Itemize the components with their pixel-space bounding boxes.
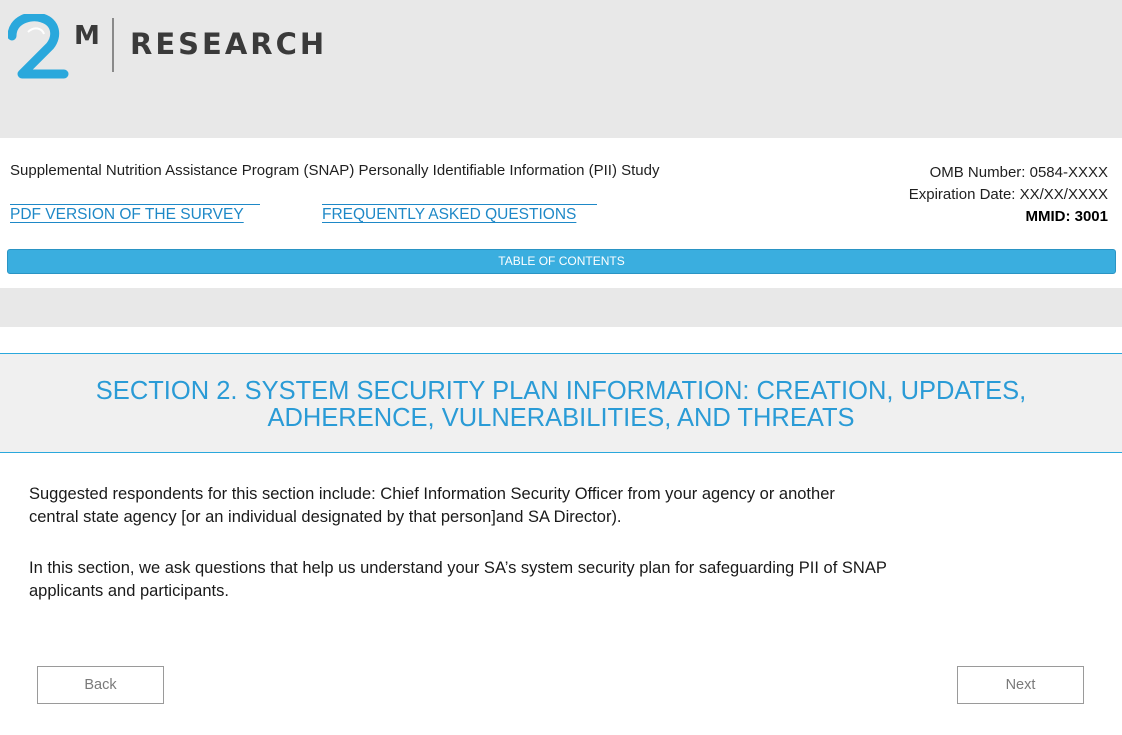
omb-info: OMB Number: 0584-XXXX Expiration Date: X…	[909, 162, 1108, 228]
section-intro-paragraph-line-2: applicants and participants.	[29, 582, 229, 600]
omb-number: OMB Number: 0584-XXXX	[929, 164, 1108, 181]
respondents-paragraph-line-1: Suggested respondents for this section i…	[29, 485, 835, 503]
logo-text: RESEARCH	[130, 27, 328, 61]
logo-mark-icon: M	[8, 14, 100, 79]
section-intro-paragraph: In this section, we ask questions that h…	[29, 557, 1099, 603]
logo-superscript: M	[74, 21, 100, 51]
pdf-link-rule	[10, 204, 260, 205]
brand-logo: M	[8, 14, 108, 84]
next-button[interactable]: Next	[957, 666, 1084, 704]
study-title: Supplemental Nutrition Assistance Progra…	[10, 162, 660, 179]
section-intro-paragraph-line-1: In this section, we ask questions that h…	[29, 559, 887, 577]
logo-bar: M RESEARCH	[0, 0, 1122, 132]
faq-link-rule	[322, 204, 597, 205]
content-panel: SECTION 2. SYSTEM SECURITY PLAN INFORMAT…	[0, 327, 1122, 735]
section-title-line-2: ADHERENCE, VULNERABILITIES, AND THREATS	[267, 404, 855, 432]
section-title: SECTION 2. SYSTEM SECURITY PLAN INFORMAT…	[0, 378, 1122, 432]
back-button[interactable]: Back	[37, 666, 164, 704]
respondents-paragraph-line-2: central state agency [or an individual d…	[29, 508, 622, 526]
section-title-line-1: SECTION 2. SYSTEM SECURITY PLAN INFORMAT…	[95, 377, 1027, 405]
mmid: MMID: 3001	[1025, 208, 1108, 225]
faq-link[interactable]: FREQUENTLY ASKED QUESTIONS	[322, 206, 576, 224]
expiration-date: Expiration Date: XX/XX/XXXX	[908, 186, 1108, 203]
logo-divider	[112, 18, 114, 72]
respondents-paragraph: Suggested respondents for this section i…	[29, 483, 1099, 529]
survey-header: Supplemental Nutrition Assistance Progra…	[0, 138, 1122, 288]
section-header: SECTION 2. SYSTEM SECURITY PLAN INFORMAT…	[0, 353, 1122, 453]
pdf-version-link[interactable]: PDF VERSION OF THE SURVEY	[10, 206, 244, 224]
table-of-contents-button[interactable]: TABLE OF CONTENTS	[7, 249, 1116, 274]
